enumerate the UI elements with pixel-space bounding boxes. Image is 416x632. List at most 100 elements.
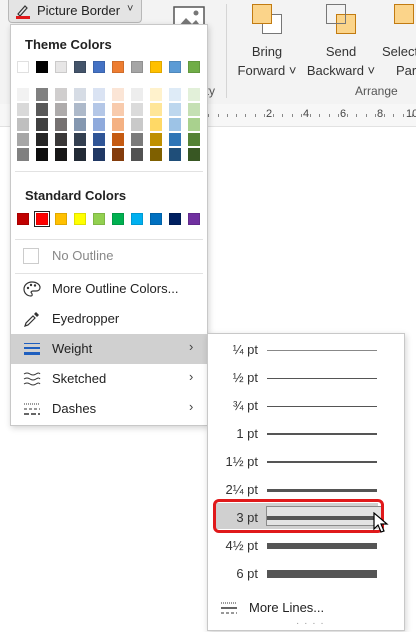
theme-color-shade-swatch[interactable]: [36, 133, 48, 146]
theme-color-shade-swatch[interactable]: [188, 88, 200, 101]
standard-color-swatch[interactable]: [188, 213, 200, 225]
theme-color-shade-swatch[interactable]: [112, 118, 124, 131]
theme-color-swatch[interactable]: [131, 61, 143, 73]
theme-color-shade-swatch[interactable]: [17, 88, 29, 101]
standard-color-swatch[interactable]: [112, 213, 124, 225]
weight-line-sample: [267, 488, 377, 492]
theme-color-shade-swatch[interactable]: [74, 118, 86, 131]
sketched-item[interactable]: Sketched ›: [11, 364, 207, 394]
theme-color-shade-swatch[interactable]: [188, 133, 200, 146]
ruler-number: 10: [406, 108, 416, 120]
theme-color-shade-swatch[interactable]: [112, 133, 124, 146]
weight-option[interactable]: ¼ pt: [208, 336, 404, 364]
standard-color-swatch[interactable]: [74, 213, 86, 225]
weight-option[interactable]: 1 pt: [208, 420, 404, 448]
theme-color-shade-swatch[interactable]: [36, 148, 48, 161]
theme-color-shade-swatch[interactable]: [169, 118, 181, 131]
theme-color-shade-swatch[interactable]: [112, 148, 124, 161]
more-outline-colors-label: More Outline Colors...: [52, 281, 179, 296]
theme-color-shade-swatch[interactable]: [188, 148, 200, 161]
send-backward-button[interactable]: Send Backward ˅: [306, 0, 376, 82]
picture-border-button[interactable]: Picture Border ˅: [8, 0, 142, 23]
mouse-cursor-icon: [373, 512, 389, 533]
line-weight-icon: [24, 343, 40, 355]
dashes-item[interactable]: Dashes ›: [11, 394, 207, 424]
theme-color-shade-swatch[interactable]: [169, 103, 181, 116]
theme-color-shade-swatch[interactable]: [55, 148, 67, 161]
standard-color-swatch[interactable]: [150, 213, 162, 225]
standard-color-swatch[interactable]: [17, 213, 29, 225]
weight-option[interactable]: ½ pt: [208, 364, 404, 392]
theme-color-swatch[interactable]: [150, 61, 162, 73]
theme-color-shade-swatch[interactable]: [93, 148, 105, 161]
theme-color-shade-swatch[interactable]: [74, 88, 86, 101]
theme-color-swatch[interactable]: [188, 61, 200, 73]
theme-color-swatch[interactable]: [93, 61, 105, 73]
theme-color-shade-swatch[interactable]: [74, 103, 86, 116]
theme-color-shade-swatch[interactable]: [74, 133, 86, 146]
ruler-tick: [375, 114, 376, 117]
theme-color-shade-swatch[interactable]: [169, 133, 181, 146]
theme-color-shade-swatch[interactable]: [55, 88, 67, 101]
theme-color-swatch[interactable]: [112, 61, 124, 73]
resize-grip[interactable]: · · · ·: [296, 618, 325, 629]
weight-label: Weight: [52, 341, 93, 356]
weight-option-label: 4½ pt: [225, 538, 258, 553]
weight-item[interactable]: Weight ›: [11, 334, 207, 364]
eyedropper-item[interactable]: Eyedropper: [11, 304, 207, 334]
ruler-tick: [403, 114, 404, 117]
standard-color-swatch[interactable]: [34, 211, 50, 227]
theme-color-shade-swatch[interactable]: [17, 133, 29, 146]
theme-color-shade-swatch[interactable]: [74, 148, 86, 161]
chevron-right-icon: ›: [189, 339, 194, 354]
theme-color-shade-swatch[interactable]: [150, 148, 162, 161]
standard-color-swatch[interactable]: [131, 213, 143, 225]
weight-option[interactable]: 6 pt: [208, 560, 404, 588]
theme-color-shade-swatch[interactable]: [150, 88, 162, 101]
selection-pane-line1: Select: [382, 44, 416, 59]
theme-color-shade-swatch[interactable]: [131, 103, 143, 116]
theme-color-swatch[interactable]: [36, 61, 48, 73]
theme-color-shade-swatch[interactable]: [169, 148, 181, 161]
theme-color-shade-swatch[interactable]: [93, 133, 105, 146]
theme-color-shade-swatch[interactable]: [150, 133, 162, 146]
theme-color-shade-swatch[interactable]: [131, 88, 143, 101]
theme-color-shade-swatch[interactable]: [17, 148, 29, 161]
weight-option[interactable]: 4½ pt: [208, 532, 404, 560]
theme-color-shade-swatch[interactable]: [188, 103, 200, 116]
theme-color-swatch[interactable]: [169, 61, 181, 73]
theme-color-shade-swatch[interactable]: [55, 118, 67, 131]
theme-color-shade-swatch[interactable]: [131, 148, 143, 161]
theme-color-shade-swatch[interactable]: [188, 118, 200, 131]
theme-color-shade-swatch[interactable]: [17, 118, 29, 131]
bring-forward-button[interactable]: Bring Forward ˅: [232, 0, 302, 82]
theme-color-shade-swatch[interactable]: [169, 88, 181, 101]
more-outline-colors-item[interactable]: More Outline Colors...: [11, 274, 207, 304]
theme-color-shade-swatch[interactable]: [93, 118, 105, 131]
theme-color-shade-swatch[interactable]: [55, 103, 67, 116]
theme-color-swatch[interactable]: [74, 61, 86, 73]
theme-color-shade-swatch[interactable]: [93, 88, 105, 101]
chevron-right-icon: ›: [189, 399, 194, 414]
standard-color-swatch[interactable]: [169, 213, 181, 225]
standard-color-swatch[interactable]: [93, 213, 105, 225]
theme-color-shade-swatch[interactable]: [131, 118, 143, 131]
theme-color-shade-swatch[interactable]: [17, 103, 29, 116]
theme-color-shade-swatch[interactable]: [55, 133, 67, 146]
theme-color-shade-swatch[interactable]: [131, 133, 143, 146]
theme-color-shade-swatch[interactable]: [93, 103, 105, 116]
theme-color-swatch[interactable]: [55, 61, 67, 73]
weight-option[interactable]: ¾ pt: [208, 392, 404, 420]
standard-color-swatch[interactable]: [55, 213, 67, 225]
theme-color-shade-swatch[interactable]: [112, 88, 124, 101]
theme-color-shade-swatch[interactable]: [112, 103, 124, 116]
weight-option[interactable]: 1½ pt: [208, 448, 404, 476]
theme-color-shade-swatch[interactable]: [150, 103, 162, 116]
theme-color-shade-swatch[interactable]: [36, 103, 48, 116]
theme-color-shade-swatch[interactable]: [36, 88, 48, 101]
no-outline-item[interactable]: No Outline: [11, 241, 207, 271]
selection-pane-button[interactable]: Select Par: [374, 0, 416, 82]
theme-color-swatch[interactable]: [17, 61, 29, 73]
theme-color-shade-swatch[interactable]: [36, 118, 48, 131]
theme-color-shade-swatch[interactable]: [150, 118, 162, 131]
